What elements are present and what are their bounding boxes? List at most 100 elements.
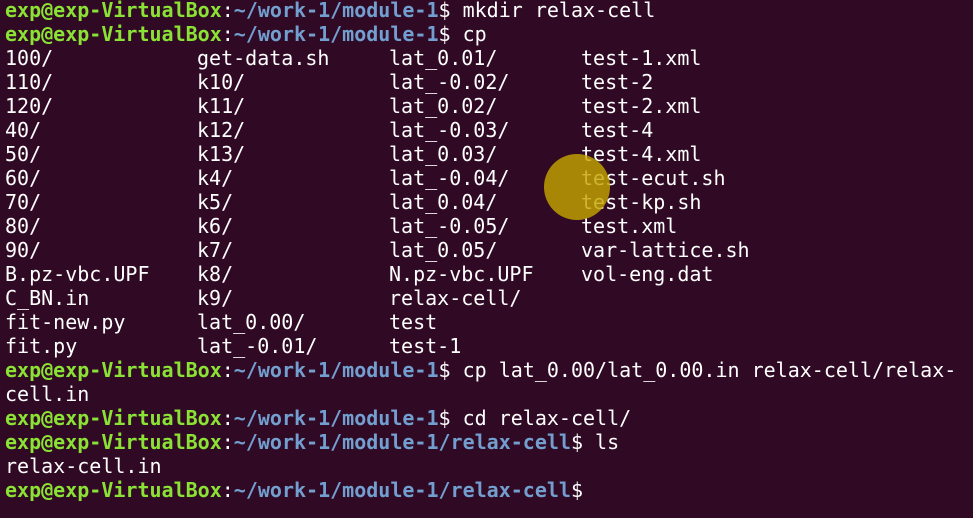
file-entry: k13/ — [197, 142, 246, 166]
prompt-user-host: exp@exp-VirtualBox — [5, 0, 222, 22]
file-entry: test-2.xml — [581, 94, 702, 118]
prompt-separator: : — [221, 358, 234, 382]
file-listing-row: C_BN.in k9/relax-cell/ — [5, 286, 956, 310]
file-entry: C_BN.in — [5, 286, 90, 310]
file-entry: var-lattice.sh — [581, 238, 750, 262]
prompt-symbol: $ — [570, 430, 596, 454]
command-text: cp lat_0.00/lat_0.00.in relax-cell/relax… — [462, 358, 957, 382]
prompt-separator: : — [221, 430, 234, 454]
file-entry: test-ecut.sh — [581, 166, 726, 190]
file-listing-row: fit.py lat_-0.01/test-1 — [5, 334, 956, 358]
file-entry: 40/ — [5, 118, 42, 142]
file-entry: k4/ — [197, 166, 234, 190]
file-entry: vol-eng.dat — [581, 262, 714, 286]
file-entry: fit.py — [5, 334, 78, 358]
file-listing-row: 80/k6/lat_-0.05/test.xml — [5, 214, 956, 238]
prompt-line-current[interactable]: exp@exp-VirtualBox:~/work-1/module-1/rel… — [5, 478, 956, 502]
prompt-user-host: exp@exp-VirtualBox — [5, 406, 222, 430]
file-entry: lat_0.00/ — [197, 310, 306, 334]
file-entry: N.pz-vbc.UPF — [389, 262, 534, 286]
file-entry: 120/ — [5, 94, 54, 118]
file-entry: test-2 — [581, 70, 654, 94]
prompt-user-host: exp@exp-VirtualBox — [5, 430, 222, 454]
file-entry: 110/ — [5, 70, 54, 94]
file-entry: 50/ — [5, 142, 42, 166]
prompt-user-host: exp@exp-VirtualBox — [5, 22, 222, 46]
prompt-user-host: exp@exp-VirtualBox — [5, 358, 222, 382]
prompt-path: ~/work-1/module-1 — [233, 358, 439, 382]
prompt-symbol: $ — [438, 406, 463, 430]
file-entry: get-data.sh — [197, 46, 330, 70]
file-entry: k11/ — [197, 94, 246, 118]
file-entry: fit-new.py — [5, 310, 126, 334]
prompt-line-ls: exp@exp-VirtualBox:~/work-1/module-1/rel… — [5, 430, 956, 454]
file-entry: lat_-0.02/ — [389, 70, 510, 94]
file-listing-row: 90/k7/lat_0.05/var-lattice.sh — [5, 238, 956, 262]
file-entry: test-4.xml — [581, 142, 702, 166]
file-entry: test-4 — [581, 118, 654, 142]
prompt-path: ~/work-1/module-1 — [233, 0, 439, 22]
file-entry: relax-cell/ — [389, 286, 522, 310]
prompt-separator: : — [221, 22, 234, 46]
command-text: cd relax-cell/ — [462, 406, 632, 430]
file-listing-row: 70/k5/lat_0.04/test-kp.sh — [5, 190, 956, 214]
prompt-symbol: $ — [570, 478, 583, 502]
file-entry: 60/ — [5, 166, 42, 190]
command-text: ls — [595, 430, 620, 454]
file-entry: lat_0.03/ — [389, 142, 498, 166]
file-entry: k5/ — [197, 190, 234, 214]
file-entry: k12/ — [197, 118, 246, 142]
prompt-line-cd: exp@exp-VirtualBox:~/work-1/module-1$ cd… — [5, 406, 956, 430]
prompt-path: ~/work-1/module-1 — [233, 22, 439, 46]
file-entry: lat_0.02/ — [389, 94, 498, 118]
file-entry: 70/ — [5, 190, 42, 214]
file-entry: k6/ — [197, 214, 234, 238]
file-listing-row: 60/k4/lat_-0.04/test-ecut.sh — [5, 166, 956, 190]
file-entry: 100/ — [5, 46, 54, 70]
file-entry: lat_0.01/ — [389, 46, 498, 70]
terminal-output: exp@exp-VirtualBox:~/work-1/module-1$ mk… — [5, 0, 956, 502]
prompt-separator: : — [221, 0, 234, 22]
command-wrap-text: cell.in — [5, 382, 90, 406]
ls-output: relax-cell.in — [5, 454, 162, 478]
file-listing-row: fit-new.py lat_0.00/test — [5, 310, 956, 334]
file-entry: test-kp.sh — [581, 190, 702, 214]
file-entry: lat_-0.05/ — [389, 214, 510, 238]
file-entry: 90/ — [5, 238, 42, 262]
file-listing-row: 40/k12/lat_-0.03/test-4 — [5, 118, 956, 142]
command-text: cp — [462, 22, 487, 46]
file-entry: 80/ — [5, 214, 42, 238]
terminal-window[interactable]: exp@exp-VirtualBox:~/work-1/module-1$ mk… — [0, 0, 973, 518]
file-entry: test-1.xml — [581, 46, 702, 70]
file-entry: k7/ — [197, 238, 234, 262]
file-entry: lat_-0.03/ — [389, 118, 510, 142]
file-listing-row: 110/k10/lat_-0.02/test-2 — [5, 70, 956, 94]
file-entry: lat_-0.04/ — [389, 166, 510, 190]
file-entry: lat_0.05/ — [389, 238, 498, 262]
prompt-symbol: $ — [438, 0, 463, 22]
file-entry: lat_0.04/ — [389, 190, 498, 214]
file-entry: test — [389, 310, 438, 334]
prompt-line-cp: exp@exp-VirtualBox:~/work-1/module-1$ cp — [5, 22, 956, 46]
prompt-path: ~/work-1/module-1/relax-cell — [233, 478, 571, 502]
file-entry: k9/ — [197, 286, 234, 310]
file-entry: k8/ — [197, 262, 234, 286]
file-listing-row: 50/k13/lat_0.03/test-4.xml — [5, 142, 956, 166]
prompt-separator: : — [221, 406, 234, 430]
prompt-line-mkdir: exp@exp-VirtualBox:~/work-1/module-1$ mk… — [5, 0, 956, 22]
command-text: mkdir relax-cell — [462, 0, 656, 22]
prompt-path: ~/work-1/module-1/relax-cell — [233, 430, 571, 454]
file-entry: test-1 — [389, 334, 462, 358]
prompt-line-cp-file: exp@exp-VirtualBox:~/work-1/module-1$ cp… — [5, 358, 956, 382]
file-listing-row: 120/k11/lat_0.02/test-2.xml — [5, 94, 956, 118]
file-entry: k10/ — [197, 70, 246, 94]
prompt-separator: : — [221, 478, 234, 502]
file-listing: 100/get-data.sh lat_0.01/test-1.xml 110/k1… — [5, 46, 956, 358]
file-entry: test.xml — [581, 214, 678, 238]
prompt-symbol: $ — [438, 22, 463, 46]
file-listing-row: 100/get-data.sh lat_0.01/test-1.xml — [5, 46, 956, 70]
prompt-user-host: exp@exp-VirtualBox — [5, 478, 222, 502]
prompt-symbol: $ — [438, 358, 463, 382]
file-entry: lat_-0.01/ — [197, 334, 318, 358]
prompt-path: ~/work-1/module-1 — [233, 406, 439, 430]
